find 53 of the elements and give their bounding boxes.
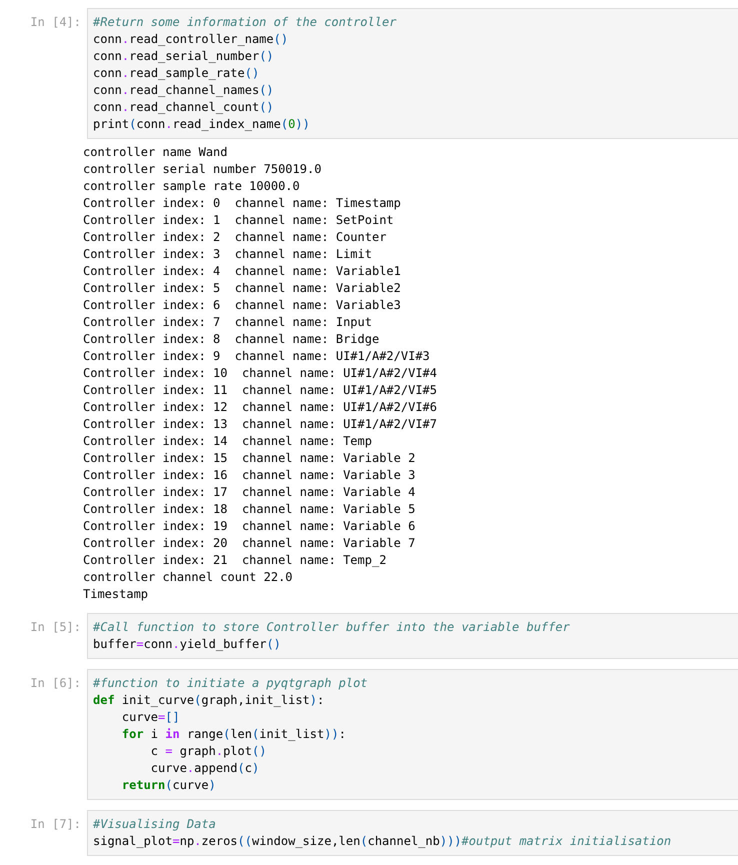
output-line: Controller index: 18 channel name: Variable 5 [83,501,416,518]
code-line: conn.read_sample_rate() [93,65,260,82]
code-line: signal_plot=np.zeros((window_size,len(channel_nb)))#output matrix initialisation [93,833,672,850]
output-line: Controller index: 9 channel name: UI#1/A#2/VI#3 [83,348,430,365]
cell-prompt: In [6]: [30,675,81,692]
output-line: Controller index: 6 channel name: Variable3 [83,297,401,314]
code-line: #Return some information of the controller [93,14,396,31]
code-line: conn.read_controller_name() [93,31,288,48]
code-line: #function to initiate a pyqtgraph plot [93,675,368,692]
code-cell[interactable]: #Visualising Data signal_plot=np.zeros((window_size,len(channel_nb)))#output matrix initialisation [87,810,738,856]
code-cell[interactable] [87,8,738,139]
code-line: for i in range(len(init_list)): [120,726,346,743]
output-line: Controller index: 21 channel name: Temp_2 [83,552,386,569]
output-line: Controller index: 4 channel name: Variable1 [83,263,401,280]
output-line: Controller index: 7 channel name: Input [83,314,372,331]
code-line: conn.read_channel_count() [93,99,274,116]
code-cell[interactable]: #Call function to store Controller buffer into the variable buffer buffer=conn.yield_buffer() [87,613,738,659]
output-line: Controller index: 16 channel name: Variable 3 [83,467,416,484]
cell-prompt: In [7]: [30,816,81,833]
output-line: Controller index: 1 channel name: SetPoint [83,212,394,229]
code-line: c = graph.plot() [150,743,266,760]
output-line: Controller index: 14 channel name: Temp [83,433,372,450]
output-line: controller channel count 22.0 [83,569,293,586]
code-line: #Visualising Data [93,816,216,833]
code-line: print(conn.read_index_name(0)) [93,116,310,133]
output-line: Controller index: 2 channel name: Counter [83,229,386,246]
code-line: conn.read_channel_names() [93,82,274,99]
output-line: controller name Wand [83,144,228,161]
output-line: Controller index: 10 channel name: UI#1/A#2/VI#4 [83,365,438,382]
output-line: Controller index: 0 channel name: Timestamp [83,195,401,212]
output-line: Controller index: 3 channel name: Limit [83,246,372,263]
output-line: Controller index: 19 channel name: Variable 6 [83,518,416,535]
output-line: Controller index: 12 channel name: UI#1/A#2/VI#6 [83,399,438,416]
output-line: Controller index: 8 channel name: Bridge [83,331,380,348]
output-line: Controller index: 5 channel name: Variable2 [83,280,401,297]
code-line: curve.append(c) [150,760,260,777]
output-line: Controller index: 20 channel name: Variable 7 [83,535,416,552]
output-line: Controller index: 15 channel name: Variable 2 [83,450,416,467]
cell-prompt: In [4]: [30,14,81,31]
code-line: buffer=conn.yield_buffer() [93,636,281,653]
code-line: def init_curve(graph,init_list): [93,692,324,709]
code-cell[interactable]: #function to initiate a pyqtgraph plot def init_curve(graph,init_list): curve=[] for i in range(len(init_list)): c = graph.plot() curve.append(c) return(curve) [87,669,738,800]
output-line: Controller index: 13 channel name: UI#1/A#2/VI#7 [83,416,438,433]
output-line: Controller index: 11 channel name: UI#1/A#2/VI#5 [83,382,438,399]
output-line: controller sample rate 10000.0 [83,178,300,195]
output-line: Controller index: 17 channel name: Variable 4 [83,484,416,501]
code-line: #Call function to store Controller buffer into the variable buffer [93,619,570,636]
output-line: Timestamp [83,586,148,603]
cell-prompt: In [5]: [30,619,81,636]
code-line: conn.read_serial_number() [93,48,274,65]
code-line: return(curve) [120,777,216,794]
output-line: controller serial number 750019.0 [83,161,322,178]
code-line: curve=[] [120,709,180,726]
